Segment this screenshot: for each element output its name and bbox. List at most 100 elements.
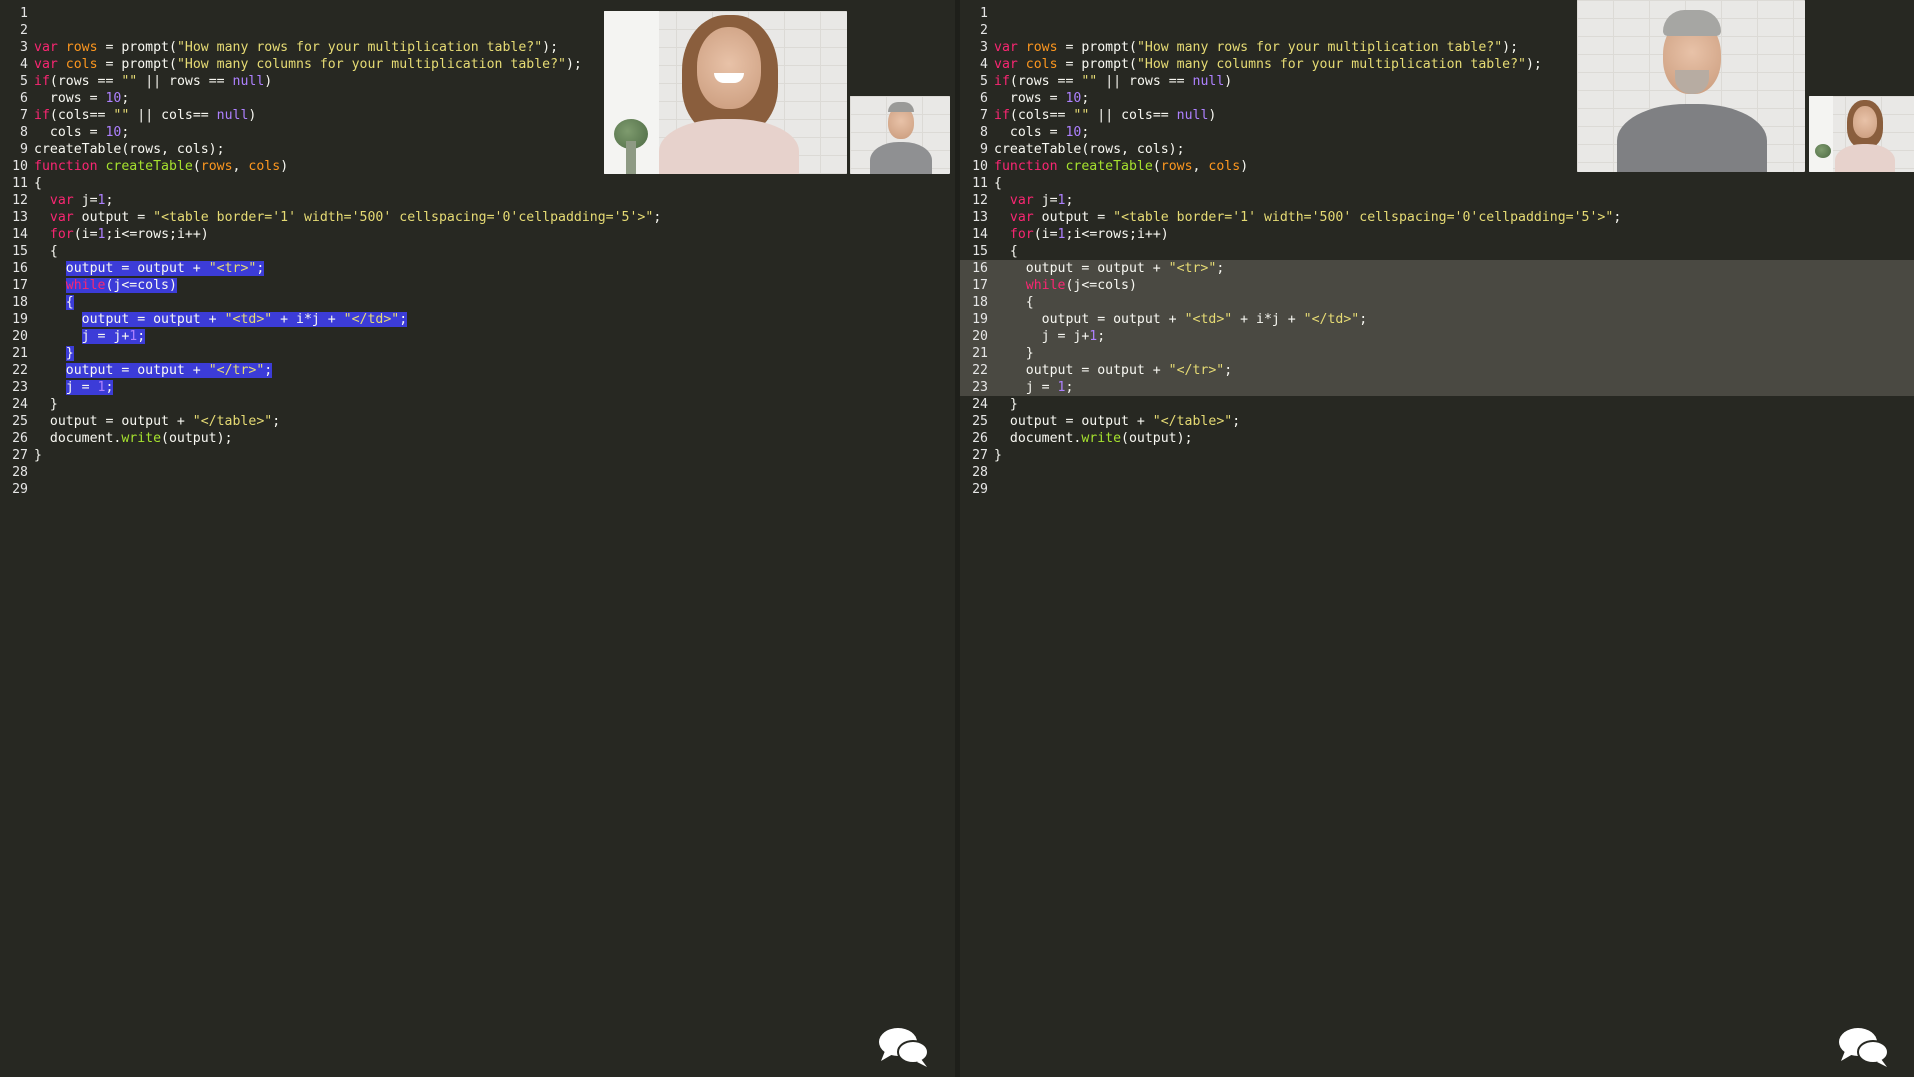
line-text[interactable]: { (994, 244, 1018, 259)
line-text[interactable]: } (994, 346, 1034, 361)
line-text[interactable]: if(cols== "" || cols== null) (34, 108, 256, 123)
code-line[interactable]: 15 { (960, 243, 1914, 260)
code-line[interactable]: 15 { (0, 243, 955, 260)
line-text[interactable]: rows = 10; (34, 91, 129, 106)
line-text[interactable]: output = output + "</table>"; (994, 414, 1240, 429)
line-text[interactable]: if(rows == "" || rows == null) (34, 74, 272, 89)
line-text[interactable]: } (65, 346, 74, 361)
line-text[interactable]: var cols = prompt("How many columns for … (34, 57, 582, 72)
line-text[interactable]: function createTable(rows, cols) (994, 159, 1248, 174)
line-text[interactable]: var cols = prompt("How many columns for … (994, 57, 1542, 72)
line-text[interactable]: } (34, 448, 42, 463)
line-number: 27 (972, 448, 988, 463)
code-token: ; (1081, 125, 1090, 140)
code-line[interactable]: 19 output = output + "<td>" + i*j + "</t… (960, 311, 1914, 328)
line-text[interactable]: var rows = prompt("How many rows for you… (34, 40, 558, 55)
code-line[interactable]: 22 output = output + "</tr>"; (960, 362, 1914, 379)
line-text[interactable]: document.write(output); (34, 431, 233, 446)
code-line[interactable]: 12 var j=1; (960, 192, 1914, 209)
line-text[interactable]: output = output + "<tr>"; (994, 261, 1225, 276)
line-text[interactable]: } (994, 448, 1002, 463)
line-text[interactable]: if(rows == "" || rows == null) (994, 74, 1232, 89)
code-line[interactable]: 20 j = j+1; (960, 328, 1914, 345)
code-line[interactable]: 24 } (0, 396, 955, 413)
code-line[interactable]: 25 output = output + "</table>"; (960, 413, 1914, 430)
code-line[interactable]: 26 document.write(output); (960, 430, 1914, 447)
line-text[interactable]: cols = 10; (994, 125, 1089, 140)
code-line[interactable]: 28 (960, 464, 1914, 481)
line-text[interactable]: function createTable(rows, cols) (34, 159, 288, 174)
code-line[interactable]: 12 var j=1; (0, 192, 955, 209)
code-line[interactable]: 21 } (0, 345, 955, 362)
line-text[interactable]: var output = "<table border='1' width='5… (34, 210, 661, 225)
line-text[interactable]: var j=1; (34, 193, 114, 208)
code-line[interactable]: 23 j = 1; (960, 379, 1914, 396)
line-text[interactable]: output = output + "<td>" + i*j + "</td>"… (81, 312, 408, 327)
code-token: "</table>" (192, 414, 273, 429)
line-text[interactable]: for(i=1;i<=rows;i++) (34, 227, 209, 242)
line-number: 8 (20, 125, 28, 140)
code-line[interactable]: 16 output = output + "<tr>"; (960, 260, 1914, 277)
line-text[interactable]: createTable(rows, cols); (34, 142, 225, 157)
line-text[interactable]: var rows = prompt("How many rows for you… (994, 40, 1518, 55)
code-line[interactable]: 14 for(i=1;i<=rows;i++) (960, 226, 1914, 243)
line-text[interactable]: for(i=1;i<=rows;i++) (994, 227, 1169, 242)
code-line[interactable]: 20 j = j+1; (0, 328, 955, 345)
code-line[interactable]: 17 while(j<=cols) (960, 277, 1914, 294)
line-text[interactable]: j = j+1; (994, 329, 1106, 344)
line-text[interactable]: j = 1; (994, 380, 1074, 395)
line-text[interactable]: { (34, 176, 42, 191)
code-line[interactable]: 24 } (960, 396, 1914, 413)
line-text[interactable]: output = output + "</tr>"; (994, 363, 1232, 378)
line-text[interactable]: } (994, 397, 1018, 412)
line-text[interactable]: createTable(rows, cols); (994, 142, 1185, 157)
code-line[interactable]: 21 } (960, 345, 1914, 362)
code-line[interactable]: 14 for(i=1;i<=rows;i++) (0, 226, 955, 243)
line-text[interactable]: var output = "<table border='1' width='5… (994, 210, 1621, 225)
code-line[interactable]: 28 (0, 464, 955, 481)
line-text[interactable]: { (994, 295, 1034, 310)
line-text[interactable]: document.write(output); (994, 431, 1193, 446)
code-line[interactable]: 13 var output = "<table border='1' width… (960, 209, 1914, 226)
line-text[interactable]: if(cols== "" || cols== null) (994, 108, 1216, 123)
line-text[interactable]: rows = 10; (994, 91, 1089, 106)
code-line[interactable]: 13 var output = "<table border='1' width… (0, 209, 955, 226)
code-line[interactable]: 11 { (960, 175, 1914, 192)
code-line[interactable]: 27} (0, 447, 955, 464)
code-line[interactable]: 18 { (0, 294, 955, 311)
code-token: || cols== (129, 108, 217, 123)
code-line[interactable]: 16 output = output + "<tr>"; (0, 260, 955, 277)
line-number: 21 (12, 346, 28, 361)
chat-bubbles-icon[interactable] (1837, 1025, 1891, 1069)
line-text[interactable]: } (34, 397, 58, 412)
line-text[interactable]: while(j<=cols) (65, 278, 177, 293)
code-line[interactable]: 19 output = output + "<td>" + i*j + "</t… (0, 311, 955, 328)
line-text[interactable]: output = output + "</table>"; (34, 414, 280, 429)
code-line[interactable]: 27} (960, 447, 1914, 464)
code-line[interactable]: 22 output = output + "</tr>"; (0, 362, 955, 379)
code-line[interactable]: 23 j = 1; (0, 379, 955, 396)
code-line[interactable]: 18 { (960, 294, 1914, 311)
line-text[interactable]: { (994, 176, 1002, 191)
code-token: } (34, 397, 58, 412)
line-text[interactable]: { (34, 244, 58, 259)
line-text[interactable]: while(j<=cols) (994, 278, 1137, 293)
code-line[interactable]: 29 (0, 481, 955, 498)
line-text[interactable]: var j=1; (994, 193, 1074, 208)
code-token: "How many rows for your multiplication t… (176, 40, 543, 55)
line-text[interactable]: j = 1; (65, 380, 114, 395)
line-text[interactable]: output = output + "<td>" + i*j + "</td>"… (994, 312, 1368, 327)
line-text[interactable]: j = j+1; (81, 329, 146, 344)
code-line[interactable]: 17 while(j<=cols) (0, 277, 955, 294)
line-text[interactable]: output = output + "<tr>"; (65, 261, 265, 276)
code-line[interactable]: 29 (960, 481, 1914, 498)
line-text[interactable]: { (65, 295, 74, 310)
video-feed-main-woman (604, 11, 847, 174)
code-line[interactable]: 11 { (0, 175, 955, 192)
line-text[interactable]: cols = 10; (34, 125, 129, 140)
line-text[interactable]: output = output + "</tr>"; (65, 363, 273, 378)
code-line[interactable]: 26 document.write(output); (0, 430, 955, 447)
chat-bubbles-icon[interactable] (877, 1025, 931, 1069)
code-line[interactable]: 25 output = output + "</table>"; (0, 413, 955, 430)
